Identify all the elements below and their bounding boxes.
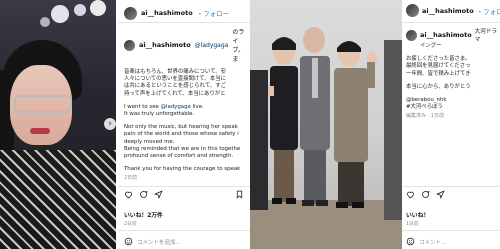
caption-en-line: pain of the world and those whose safety…	[124, 131, 239, 138]
caption-jp-line: は共にあるということを感じられて、すご	[124, 83, 226, 90]
username[interactable]: ai__hashimoto	[141, 9, 193, 17]
follow-button[interactable]: ・フォロー	[197, 8, 230, 18]
caption-en-line: deeply moved me.	[124, 138, 175, 145]
heart-icon[interactable]	[406, 190, 415, 199]
heart-icon[interactable]	[124, 190, 133, 199]
hashtag-link[interactable]: #大河べらぼう	[406, 104, 500, 111]
actions-divider	[118, 186, 250, 187]
comment-icon[interactable]	[139, 190, 148, 199]
next-photo-arrow-icon[interactable]: ›	[104, 118, 116, 130]
actions-divider	[402, 186, 500, 187]
comment-box[interactable]: コメントを追加...	[124, 237, 181, 246]
comment-divider	[118, 230, 250, 231]
post-caption: ai__hashimoto @ladygaga のライブ。ま 音楽はもちろん、世…	[124, 27, 250, 181]
caption-en-line: Thank you for having the courage to spea…	[124, 166, 241, 173]
group-photo	[250, 27, 402, 249]
instagram-post-panel-2: ai__hashimoto ・フォロー ai__hashimoto 大河ドラマ …	[402, 0, 500, 249]
post-header: ai__hashimoto ・フォロー	[124, 4, 250, 22]
avatar[interactable]	[406, 4, 419, 17]
post-photo-concert-selfie[interactable]: ›	[0, 0, 116, 249]
caption-header: ai__hashimoto @ladygaga のライブ。ま	[124, 27, 250, 63]
caption-jp-line: 持って声を上げてくれて、本当にありがと	[124, 90, 226, 97]
post-header: ai__hashimoto ・フォロー	[406, 4, 500, 17]
post-date: 2日前	[124, 222, 137, 227]
caption-en-line: I went to see @ladygaga live.	[124, 103, 204, 110]
comment-divider	[402, 230, 500, 231]
header-divider	[118, 22, 250, 23]
glasses	[14, 95, 72, 113]
post-date: 1日前	[406, 222, 419, 227]
mention-link[interactable]: @ladygaga	[161, 104, 191, 110]
caption-top: 大河ドラマ	[474, 29, 498, 43]
comment-input[interactable]: コメントを追加...	[137, 238, 181, 246]
comment-input[interactable]: コメント...	[419, 238, 446, 246]
caption-after-mention: のライブ。ま	[232, 29, 245, 63]
header-divider	[402, 22, 500, 23]
caption-meta: 編集済み · 1日前	[406, 113, 444, 120]
group-photo-panel[interactable]	[250, 0, 402, 249]
lips	[30, 128, 50, 134]
emoji-icon[interactable]	[406, 237, 415, 246]
caption-en-line: profound sense of comfort and strength.	[124, 153, 234, 160]
caption-en-line: It was truly unforgettable.	[124, 111, 195, 118]
follow-button[interactable]: ・フォロー	[477, 6, 500, 16]
caption-thanks: 本当に心から、ありがとう	[406, 83, 471, 90]
post-caption: ai__hashimoto 大河ドラマ イングー お疲しくださった皆さま。 最終…	[406, 27, 500, 119]
lace-outfit	[0, 150, 116, 249]
bookmark-icon[interactable]	[235, 190, 244, 199]
caption-line: 一年間、皆で積み上げてき	[406, 70, 471, 77]
caption-mention[interactable]: @ladygaga	[195, 42, 229, 49]
comment-icon[interactable]	[421, 190, 430, 199]
action-bar	[124, 190, 163, 199]
caption-username[interactable]: ai__hashimoto	[420, 31, 472, 39]
like-count[interactable]: いいね！	[406, 210, 429, 219]
caption-timestamp: 2日前	[124, 175, 138, 182]
emoji-icon[interactable]	[124, 237, 133, 246]
instagram-post-panel-1: › ai__hashimoto ・フォロー ai__hashimoto @lad…	[0, 0, 250, 249]
share-icon[interactable]	[436, 190, 445, 199]
action-bar	[406, 190, 445, 199]
caption-username[interactable]: ai__hashimoto	[139, 41, 191, 49]
caption-line: 最終回を見届けてくださっ	[406, 63, 471, 70]
like-count[interactable]: いいね！2万件	[124, 210, 163, 219]
caption-en-line: Being reminded that we are in this toget…	[124, 145, 241, 152]
avatar[interactable]	[124, 6, 137, 20]
username[interactable]: ai__hashimoto	[422, 7, 474, 15]
caption-top-line2: イングー	[420, 43, 442, 49]
caption-avatar[interactable]	[124, 39, 135, 51]
caption-en-line: Not only the music, but hearing her spea…	[124, 124, 238, 131]
share-icon[interactable]	[154, 190, 163, 199]
post-sidebar: ai__hashimoto ・フォロー ai__hashimoto @ladyg…	[118, 0, 250, 249]
comment-box[interactable]: コメント...	[406, 237, 446, 246]
caption-avatar[interactable]	[406, 29, 417, 41]
